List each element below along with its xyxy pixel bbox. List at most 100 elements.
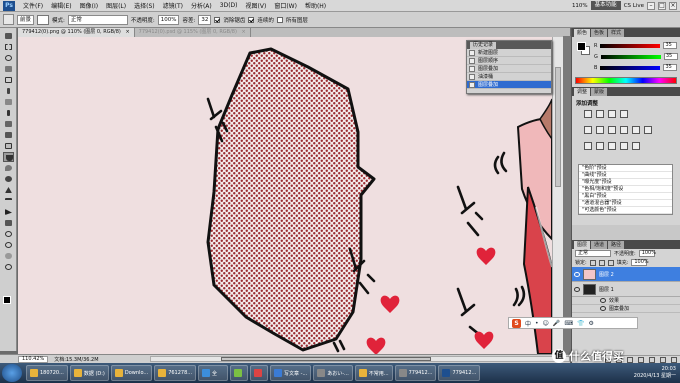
hue-saturation-icon[interactable] — [596, 126, 604, 134]
red-track[interactable] — [600, 43, 661, 48]
collapsed-panel-dock[interactable] — [563, 36, 571, 354]
brightness-icon[interactable] — [584, 110, 592, 118]
layer-row[interactable]: 图层 1 — [572, 282, 680, 297]
eye-icon[interactable] — [600, 298, 606, 303]
tab-swatches[interactable]: 色板 — [591, 29, 608, 37]
hand-tool-icon[interactable] — [3, 251, 14, 261]
pattern-swatch[interactable] — [37, 14, 50, 25]
preset-item[interactable]: "色阶"预设 — [579, 165, 672, 172]
mode-select[interactable]: 正常 — [67, 14, 128, 25]
lasso-tool-icon[interactable] — [3, 53, 14, 63]
zoom-input[interactable]: 110.42% — [18, 355, 49, 363]
vibrance-icon[interactable] — [584, 126, 592, 134]
path-select-tool-icon[interactable] — [3, 207, 14, 217]
menu-analysis[interactable]: 分析(A) — [187, 1, 216, 10]
layer-effects-row[interactable]: 效果 — [572, 297, 680, 305]
close-tab-icon[interactable]: × — [242, 29, 246, 35]
tab-layers[interactable]: 图层 — [574, 241, 591, 249]
ime-settings-icon[interactable]: ⚙ — [588, 320, 593, 327]
red-value[interactable]: 35 — [663, 42, 678, 49]
horizontal-scrollbar[interactable] — [150, 356, 570, 362]
type-tool-icon[interactable] — [3, 196, 14, 206]
taskbar-item[interactable]: 779412... — [438, 365, 481, 381]
menu-3d[interactable]: 3D(D) — [216, 2, 242, 9]
maximize-icon[interactable]: □ — [658, 1, 666, 10]
healing-brush-tool-icon[interactable] — [3, 97, 14, 107]
eraser-tool-icon[interactable] — [3, 141, 14, 151]
close-icon[interactable]: × — [669, 1, 677, 10]
preset-item[interactable]: "黑白"预设 — [579, 193, 672, 200]
ime-emoji-icon[interactable]: ☺ — [543, 320, 549, 327]
taskbar-item[interactable]: 不常用... — [354, 365, 393, 381]
close-tab-icon[interactable]: × — [125, 29, 129, 35]
marquee-tool-icon[interactable] — [3, 42, 14, 52]
lock-all-icon[interactable] — [607, 259, 614, 266]
menu-view[interactable]: 视图(V) — [242, 1, 271, 10]
gradient-map-icon[interactable] — [620, 142, 628, 150]
ime-voice-icon[interactable]: 🎤 — [553, 320, 560, 327]
all-layers-checkbox[interactable] — [276, 16, 283, 23]
opacity-input[interactable]: 100% — [157, 14, 180, 25]
tab-psd-document[interactable]: 779412(0).psd @ 115% (图层 0, RGB/8) × — [135, 28, 251, 37]
minimize-icon[interactable]: – — [647, 1, 655, 10]
preset-item[interactable]: "曝光度"预设 — [579, 179, 672, 186]
taskbar-item[interactable]: 779412... — [394, 365, 437, 381]
move-tool-icon[interactable] — [3, 31, 14, 41]
history-brush-tool-icon[interactable] — [3, 130, 14, 140]
ime-keyboard-icon[interactable]: ⌨ — [564, 320, 573, 327]
ime-punctuation-icon[interactable]: • — [535, 320, 539, 327]
green-value[interactable]: 35 — [663, 53, 678, 60]
scroll-thumb[interactable] — [221, 357, 431, 361]
taskbar-item[interactable]: 全 — [198, 365, 229, 381]
start-button[interactable] — [2, 364, 22, 382]
scroll-thumb[interactable] — [555, 67, 561, 187]
document-size[interactable]: 文档:15.3M/36.2M — [54, 356, 98, 363]
paint-bucket-tool-icon[interactable] — [3, 152, 14, 162]
lock-pixels-icon[interactable] — [598, 259, 605, 266]
paint-bucket-tool-icon[interactable] — [3, 14, 14, 25]
taskbar-item[interactable]: Downlo... — [110, 365, 153, 381]
3d-orbit-tool-icon[interactable] — [3, 240, 14, 250]
zoom-tool-icon[interactable] — [3, 262, 14, 272]
preset-item[interactable]: "通道混合器"预设 — [579, 200, 672, 207]
tab-adjustments[interactable]: 调整 — [574, 88, 591, 96]
green-track[interactable] — [600, 54, 661, 59]
layer-opacity-input[interactable]: 100% — [638, 250, 656, 257]
tolerance-input[interactable]: 32 — [198, 14, 212, 25]
layer-row-active[interactable]: 图层 2 — [572, 267, 680, 282]
blur-tool-icon[interactable] — [3, 163, 14, 173]
zoom-level[interactable]: 110% — [572, 3, 588, 9]
menu-edit[interactable]: 编辑(E) — [47, 1, 75, 10]
fill-source-select[interactable]: 前景 — [17, 14, 35, 25]
tab-channels[interactable]: 通道 — [591, 241, 608, 249]
channel-mixer-icon[interactable] — [644, 126, 652, 134]
lock-transparency-icon[interactable] — [589, 259, 596, 266]
dodge-tool-icon[interactable] — [3, 174, 14, 184]
foreground-color-swatch[interactable] — [577, 42, 586, 51]
blue-value[interactable]: 35 — [663, 64, 678, 71]
vertical-scrollbar[interactable] — [552, 37, 563, 354]
foreground-color-swatch[interactable] — [3, 296, 11, 304]
menu-file[interactable]: 文件(F) — [19, 1, 47, 10]
taskbar-item[interactable]: あおい-... — [313, 365, 353, 381]
workspace-button[interactable]: 基本功能 — [590, 1, 621, 10]
threshold-icon[interactable] — [608, 142, 616, 150]
menu-select[interactable]: 选择(S) — [130, 1, 159, 10]
curves-icon[interactable] — [608, 110, 616, 118]
menu-image[interactable]: 图像(I) — [76, 1, 102, 10]
eye-icon[interactable] — [574, 271, 580, 277]
crop-tool-icon[interactable] — [3, 75, 14, 85]
menu-window[interactable]: 窗口(W) — [270, 1, 301, 10]
levels-icon[interactable] — [596, 110, 604, 118]
tab-history[interactable]: 历史记录 — [470, 41, 497, 49]
pen-tool-icon[interactable] — [3, 185, 14, 195]
red-slider[interactable]: R 35 — [594, 42, 678, 49]
photo-filter-icon[interactable] — [632, 126, 640, 134]
blend-mode-select[interactable]: 正常 — [575, 250, 611, 257]
eyedropper-tool-icon[interactable] — [3, 86, 14, 96]
preset-item[interactable]: "色相/饱和度"预设 — [579, 186, 672, 193]
contiguous-checkbox[interactable] — [248, 16, 255, 23]
brush-tool-icon[interactable] — [3, 108, 14, 118]
quick-select-tool-icon[interactable] — [3, 64, 14, 74]
layer-effect-item[interactable]: 图案叠加 — [572, 305, 680, 313]
